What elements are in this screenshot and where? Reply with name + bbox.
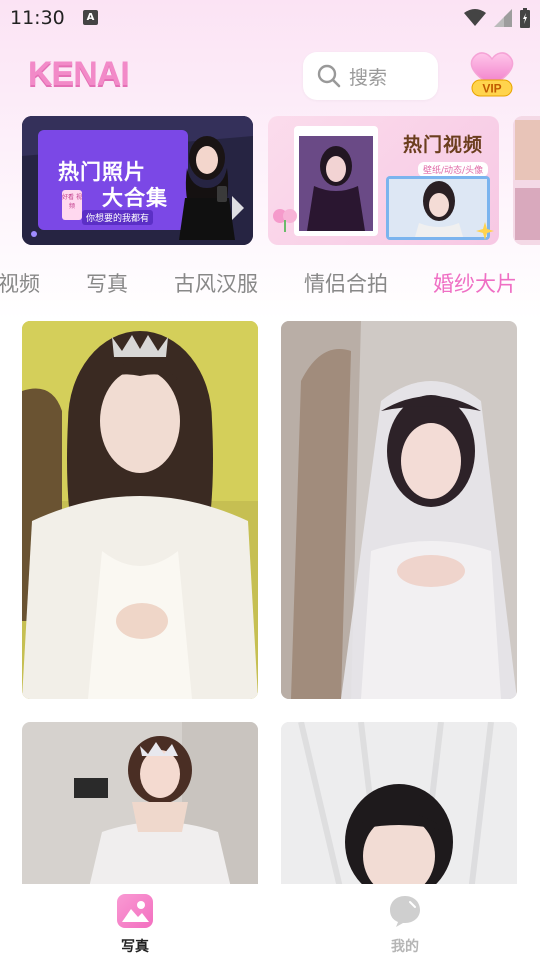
banner-portrait-image	[389, 179, 487, 237]
photo-card[interactable]	[22, 321, 258, 699]
nav-mine-label: 我的	[391, 939, 419, 955]
image-icon	[117, 894, 153, 928]
chat-bubble-icon	[390, 896, 420, 927]
wifi-icon	[464, 9, 486, 26]
banner-tag: 好看 视频	[62, 190, 82, 220]
sparkle-icon	[476, 222, 494, 240]
status-bar: 11:30 A	[0, 0, 540, 36]
photo-card[interactable]	[281, 722, 517, 892]
banner-video-frame	[294, 126, 378, 236]
battery-icon	[520, 8, 530, 28]
wedding-photo	[22, 722, 258, 892]
banner-partial[interactable]	[513, 116, 540, 245]
banner-pill: 壁纸/动态/头像	[418, 162, 489, 177]
search-box[interactable]: 搜索	[303, 52, 438, 100]
status-time: 11:30	[10, 7, 65, 29]
photo-card[interactable]	[281, 321, 517, 699]
banner-title-line2: 大合集	[102, 186, 168, 210]
tab-hanfu[interactable]: 古风汉服	[174, 268, 258, 298]
nav-portrait[interactable]: 写真	[95, 894, 175, 956]
vip-heart-icon: VIP	[470, 52, 514, 97]
signal-icon	[494, 9, 512, 27]
nav-mine[interactable]: 我的	[365, 894, 445, 956]
vip-button[interactable]: VIP	[466, 50, 518, 100]
banner-subtitle: 你想要的我都有	[82, 210, 154, 225]
status-icons	[464, 7, 530, 29]
banner-hot-photos[interactable]: 热门照片 大合集 你想要的我都有 好看 视频	[22, 116, 253, 245]
app-logo: KENAI	[28, 55, 130, 93]
banner-hot-videos[interactable]: 热门视频 壁纸/动态/头像	[268, 116, 499, 245]
photo-card[interactable]	[22, 722, 258, 892]
bottom-navigation: 写真 我的	[0, 884, 540, 960]
search-placeholder: 搜索	[349, 66, 388, 89]
wedding-photo	[22, 321, 258, 699]
flower-icon	[273, 209, 297, 232]
banner-video-frame-2	[386, 176, 490, 240]
banner-title: 热门视频	[403, 134, 484, 156]
notification-icon: A	[83, 10, 98, 25]
nav-portrait-label: 写真	[121, 939, 149, 955]
category-tabs: 视频 写真 古风汉服 情侣合拍 婚纱大片	[0, 268, 540, 304]
banner-portrait-image	[299, 136, 373, 231]
banner-portrait-image	[513, 116, 540, 245]
wedding-photo	[281, 722, 517, 892]
tab-couple[interactable]: 情侣合拍	[304, 268, 388, 298]
banner-portrait-image	[179, 136, 235, 240]
vip-label: VIP	[482, 82, 501, 96]
tab-portrait[interactable]: 写真	[86, 268, 128, 298]
tab-video[interactable]: 视频	[0, 268, 40, 298]
wedding-photo	[281, 321, 517, 699]
search-icon	[317, 64, 341, 88]
tab-wedding[interactable]: 婚纱大片	[433, 268, 517, 298]
